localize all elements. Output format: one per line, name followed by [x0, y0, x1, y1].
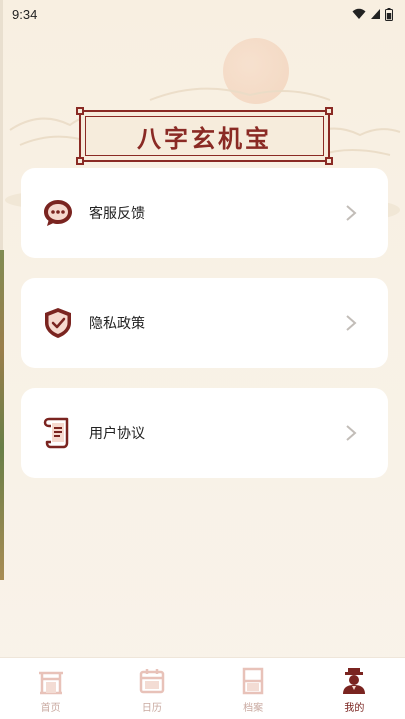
- tab-calendar[interactable]: 日历: [101, 658, 202, 719]
- privacy-policy-label: 隐私政策: [89, 315, 145, 331]
- banner-corner-ornament: [325, 157, 333, 165]
- signal-icon: [370, 8, 381, 20]
- battery-icon: [385, 7, 393, 21]
- tab-home-label: 首页: [40, 703, 61, 714]
- tab-home[interactable]: 首页: [0, 658, 101, 719]
- customer-feedback-label: 客服反馈: [89, 205, 145, 221]
- tab-archive[interactable]: 档案: [203, 658, 304, 719]
- profile-screen: 9:34 八字玄机宝 客服反馈 隐私政策 用户协议 首页 日历 档案 我的: [0, 0, 405, 719]
- app-title: 八字玄机宝: [137, 123, 272, 153]
- wifi-icon: [352, 8, 366, 20]
- shield-check-icon: [41, 306, 75, 340]
- calendar-icon: [137, 666, 167, 696]
- banner-corner-ornament: [325, 107, 333, 115]
- archive-icon: [238, 666, 268, 696]
- chevron-right-icon: [346, 315, 357, 331]
- chevron-right-icon: [346, 425, 357, 441]
- tab-mine[interactable]: 我的: [304, 658, 405, 719]
- banner-corner-ornament: [76, 157, 84, 165]
- user-agreement-label: 用户协议: [89, 425, 145, 441]
- customer-feedback-item[interactable]: 客服反馈: [21, 168, 388, 258]
- privacy-policy-item[interactable]: 隐私政策: [21, 278, 388, 368]
- chat-bubble-icon: [41, 196, 75, 230]
- status-bar: 9:34: [0, 0, 405, 28]
- chevron-right-icon: [346, 205, 357, 221]
- banner-corner-ornament: [76, 107, 84, 115]
- home-gate-icon: [36, 666, 66, 696]
- bottom-tab-bar: 首页 日历 档案 我的: [0, 657, 405, 719]
- scroll-document-icon: [41, 416, 75, 450]
- app-title-banner: 八字玄机宝: [76, 107, 333, 165]
- tab-calendar-label: 日历: [141, 703, 162, 714]
- underlying-content-edge-image: [0, 250, 4, 580]
- tab-mine-label: 我的: [344, 703, 365, 714]
- user-agreement-item[interactable]: 用户协议: [21, 388, 388, 478]
- profile-icon: [339, 666, 369, 696]
- status-time: 9:34: [12, 6, 38, 22]
- status-icons: [352, 7, 393, 21]
- tab-archive-label: 档案: [243, 703, 264, 714]
